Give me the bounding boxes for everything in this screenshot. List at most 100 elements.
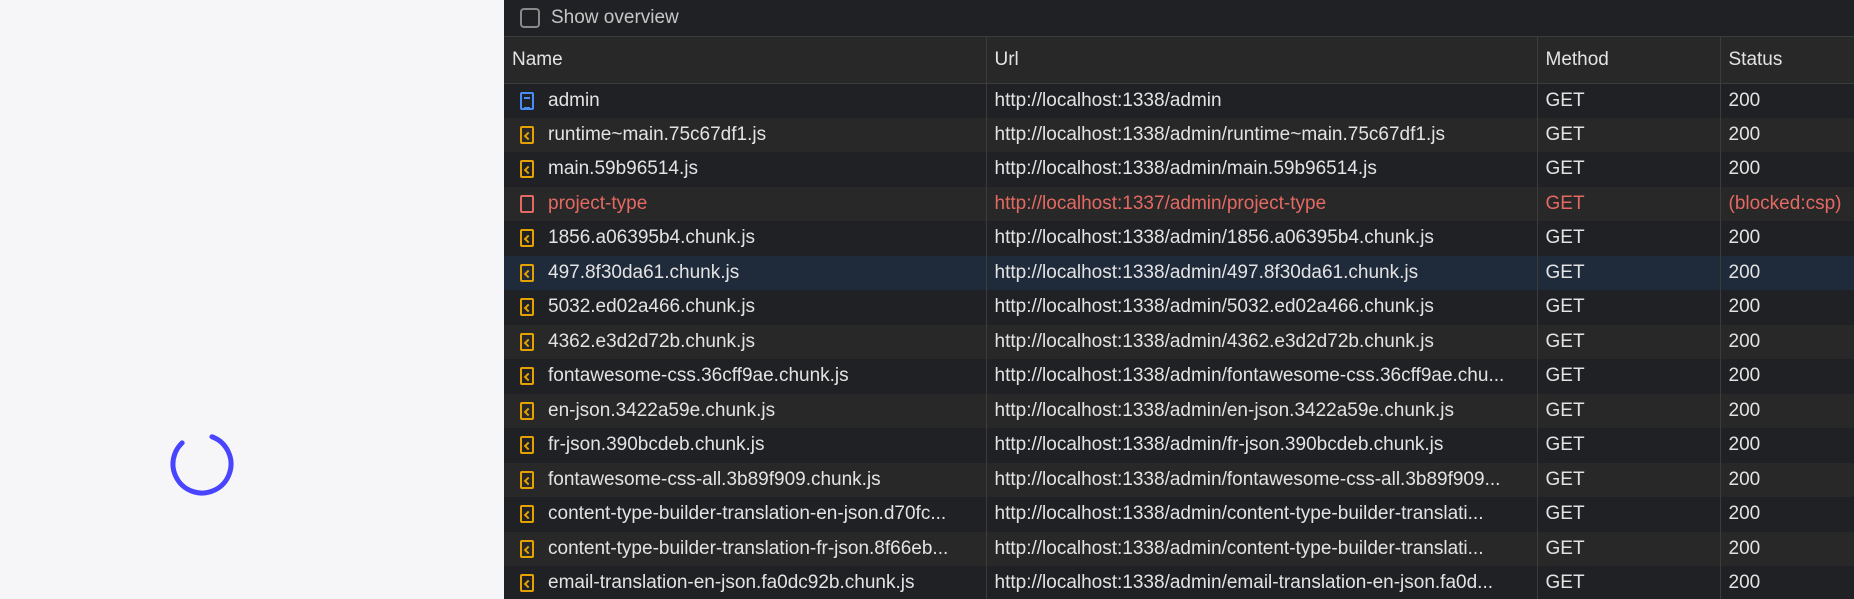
request-name: fontawesome-css.36cff9ae.chunk.js (548, 365, 849, 387)
script-icon (520, 332, 534, 351)
cell-name[interactable]: 5032.ed02a466.chunk.js (504, 290, 987, 325)
column-header-name[interactable]: Name (504, 37, 987, 84)
loading-spinner-icon (168, 430, 236, 498)
cell-status[interactable]: 200 (1720, 566, 1854, 599)
cell-method[interactable]: GET (1537, 428, 1721, 463)
cell-method[interactable]: GET (1537, 83, 1721, 118)
cell-status[interactable]: 200 (1720, 462, 1854, 497)
table-row[interactable]: fontawesome-css-all.3b89f909.chunk.js htt… (504, 462, 1854, 497)
table-row[interactable]: admin http://localhost:1338/admin GET 200 (504, 83, 1854, 118)
request-name: 4362.e3d2d72b.chunk.js (548, 330, 756, 352)
cell-url[interactable]: http://localhost:1338/admin/497.8f30da61… (986, 255, 1538, 290)
cell-method[interactable]: GET (1537, 324, 1721, 359)
cell-method[interactable]: GET (1537, 221, 1721, 256)
cell-url[interactable]: http://localhost:1338/admin/1856.a06395b… (986, 221, 1538, 256)
cell-url[interactable]: http://localhost:1338/admin/fontawesome-… (986, 359, 1538, 394)
cell-url[interactable]: http://localhost:1338/admin (986, 83, 1538, 118)
table-row[interactable]: 4362.e3d2d72b.chunk.js http://localhost:1… (504, 324, 1854, 359)
cell-name[interactable]: 4362.e3d2d72b.chunk.js (504, 324, 987, 359)
cell-url[interactable]: http://localhost:1338/admin/fontawesome-… (986, 462, 1538, 497)
table-row[interactable]: 497.8f30da61.chunk.js http://localhost:13… (504, 255, 1854, 290)
table-row[interactable]: fr-json.390bcdeb.chunk.js http://localhos… (504, 428, 1854, 463)
table-row[interactable]: project-type http://localhost:1337/admin/… (504, 186, 1854, 221)
request-name: admin (548, 89, 600, 111)
cell-status[interactable]: 200 (1720, 497, 1854, 532)
cell-name[interactable]: email-translation-en-json.fa0dc92b.chunk… (504, 566, 987, 599)
cell-name[interactable]: content-type-builder-translation-fr-json… (504, 531, 987, 566)
cell-status[interactable]: 200 (1720, 152, 1854, 187)
table-row[interactable]: content-type-builder-translation-en-json… (504, 497, 1854, 532)
cell-url[interactable]: http://localhost:1338/admin/en-json.3422… (986, 393, 1538, 428)
cell-method[interactable]: GET (1537, 497, 1721, 532)
cell-method[interactable]: GET (1537, 186, 1721, 221)
show-overview-checkbox[interactable] (520, 8, 540, 28)
cell-status[interactable]: 200 (1720, 428, 1854, 463)
cell-name[interactable]: fr-json.390bcdeb.chunk.js (504, 428, 987, 463)
cell-status[interactable]: 200 (1720, 393, 1854, 428)
cell-name[interactable]: 1856.a06395b4.chunk.js (504, 221, 987, 256)
cell-status[interactable]: 200 (1720, 221, 1854, 256)
script-icon (520, 539, 534, 558)
request-name: project-type (548, 192, 648, 214)
cell-method[interactable]: GET (1537, 566, 1721, 599)
cell-method[interactable]: GET (1537, 531, 1721, 566)
table-row[interactable]: main.59b96514.js http://localhost:1338/ad… (504, 152, 1854, 187)
cell-name[interactable]: en-json.3422a59e.chunk.js (504, 393, 987, 428)
cell-name[interactable]: 497.8f30da61.chunk.js (504, 255, 987, 290)
table-row[interactable]: 5032.ed02a466.chunk.js http://localhost:1… (504, 290, 1854, 325)
table-row[interactable]: 1856.a06395b4.chunk.js http://localhost:1… (504, 221, 1854, 256)
network-requests-table: Name Url Method Status admin http://local… (504, 37, 1854, 599)
cell-status[interactable]: 200 (1720, 117, 1854, 152)
cell-method[interactable]: GET (1537, 117, 1721, 152)
cell-url[interactable]: http://localhost:1338/admin/content-type… (986, 531, 1538, 566)
request-name: content-type-builder-translation-fr-json… (548, 537, 949, 559)
cell-url[interactable]: http://localhost:1338/admin/4362.e3d2d72… (986, 324, 1538, 359)
cell-url[interactable]: http://localhost:1338/admin/runtime~main… (986, 117, 1538, 152)
cell-status[interactable]: 200 (1720, 290, 1854, 325)
cell-status[interactable]: 200 (1720, 83, 1854, 118)
table-row[interactable]: fontawesome-css.36cff9ae.chunk.js http://… (504, 359, 1854, 394)
overview-toolbar: Show overview (504, 0, 1854, 37)
column-header-url[interactable]: Url (986, 37, 1538, 84)
request-name: en-json.3422a59e.chunk.js (548, 399, 776, 421)
cell-name[interactable]: fontawesome-css-all.3b89f909.chunk.js (504, 462, 987, 497)
cell-method[interactable]: GET (1537, 359, 1721, 394)
cell-status[interactable]: 200 (1720, 531, 1854, 566)
document-icon (520, 91, 534, 110)
script-icon (520, 125, 534, 144)
table-row[interactable]: runtime~main.75c67df1.js http://localhost… (504, 117, 1854, 152)
cell-url[interactable]: http://localhost:1338/admin/5032.ed02a46… (986, 290, 1538, 325)
cell-name[interactable]: admin (504, 83, 987, 118)
cell-name[interactable]: main.59b96514.js (504, 152, 987, 187)
script-icon (520, 229, 534, 248)
request-name: runtime~main.75c67df1.js (548, 123, 767, 145)
cell-method[interactable]: GET (1537, 255, 1721, 290)
cell-url[interactable]: http://localhost:1338/admin/content-type… (986, 497, 1538, 532)
cell-method[interactable]: GET (1537, 393, 1721, 428)
cell-url[interactable]: http://localhost:1338/admin/main.59b9651… (986, 152, 1538, 187)
show-overview-label[interactable]: Show overview (551, 7, 679, 29)
cell-status[interactable]: 200 (1720, 359, 1854, 394)
table-row[interactable]: content-type-builder-translation-fr-json… (504, 531, 1854, 566)
cell-method[interactable]: GET (1537, 152, 1721, 187)
cell-url[interactable]: http://localhost:1338/admin/email-transl… (986, 566, 1538, 599)
column-header-status[interactable]: Status (1720, 37, 1854, 84)
request-name: 497.8f30da61.chunk.js (548, 261, 740, 283)
cell-status[interactable]: 200 (1720, 255, 1854, 290)
cell-method[interactable]: GET (1537, 290, 1721, 325)
cell-name[interactable]: project-type (504, 186, 987, 221)
cell-name[interactable]: fontawesome-css.36cff9ae.chunk.js (504, 359, 987, 394)
cell-method[interactable]: GET (1537, 462, 1721, 497)
script-icon (520, 505, 534, 524)
cell-url[interactable]: http://localhost:1338/admin/fr-json.390b… (986, 428, 1538, 463)
cell-name[interactable]: content-type-builder-translation-en-json… (504, 497, 987, 532)
cell-url[interactable]: http://localhost:1337/admin/project-type (986, 186, 1538, 221)
column-header-method[interactable]: Method (1537, 37, 1721, 84)
table-row[interactable]: en-json.3422a59e.chunk.js http://localhos… (504, 393, 1854, 428)
request-name: 1856.a06395b4.chunk.js (548, 227, 756, 249)
cell-status[interactable]: (blocked:csp) (1720, 186, 1854, 221)
script-icon (520, 401, 534, 420)
table-row[interactable]: email-translation-en-json.fa0dc92b.chunk… (504, 566, 1854, 599)
cell-name[interactable]: runtime~main.75c67df1.js (504, 117, 987, 152)
cell-status[interactable]: 200 (1720, 324, 1854, 359)
